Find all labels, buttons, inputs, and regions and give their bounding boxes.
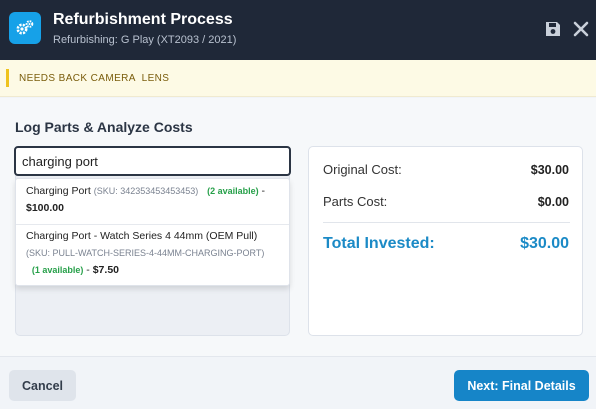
result-sku: (SKU: PULL-WATCH-SERIES-4-44MM-CHARGING-… [26,248,265,258]
close-icon[interactable] [571,19,591,39]
search-result-item[interactable]: Charging Port (SKU: 342353453453453) (2 … [16,183,289,225]
result-sku: (SKU: 342353453453453) [93,186,199,196]
notice-text: NEEDS BACK CAMERA LENS [19,73,170,84]
result-price: $100.00 [26,202,64,214]
result-availability: (1 available) [31,265,84,275]
result-name: Charging Port [26,185,91,197]
cost-summary-panel: Original Cost: $30.00 Parts Cost: $0.00 … [308,146,583,336]
parts-cost-label: Parts Cost: [323,194,388,209]
original-cost-label: Original Cost: [323,162,402,177]
search-result-item[interactable]: Charging Port - Watch Series 4 44mm (OEM… [16,228,289,284]
result-price: $7.50 [92,264,119,276]
save-icon[interactable] [543,19,563,39]
result-separator: - [261,185,266,197]
notice-banner: NEEDS BACK CAMERA LENS [0,60,596,97]
modal-header: Refurbishment Process Refurbishing: G Pl… [0,0,596,60]
cost-divider [323,222,570,223]
parts-cost-value: $0.00 [537,195,569,209]
modal-footer: Cancel Next: Final Details [0,356,596,409]
next-final-details-button[interactable]: Next: Final Details [454,370,589,401]
part-search-input[interactable] [14,146,291,176]
modal-title: Refurbishment Process [53,11,233,28]
total-invested-label: Total Invested: [323,235,435,252]
search-results-dropdown: Charging Port (SKU: 342353453453453) (2 … [15,178,290,286]
total-invested-value: $30.00 [520,235,569,252]
section-title: Log Parts & Analyze Costs [15,119,193,135]
original-cost-value: $30.00 [530,163,569,177]
modal-subtitle: Refurbishing: G Play (XT2093 / 2021) [53,34,237,46]
result-name: Charging Port - Watch Series 4 44mm (OEM… [26,230,258,242]
notice-accent-bar [6,69,9,87]
gears-icon [9,12,41,44]
result-separator: - [86,264,90,276]
result-availability: (2 available) [207,186,259,196]
cancel-button[interactable]: Cancel [9,370,76,401]
